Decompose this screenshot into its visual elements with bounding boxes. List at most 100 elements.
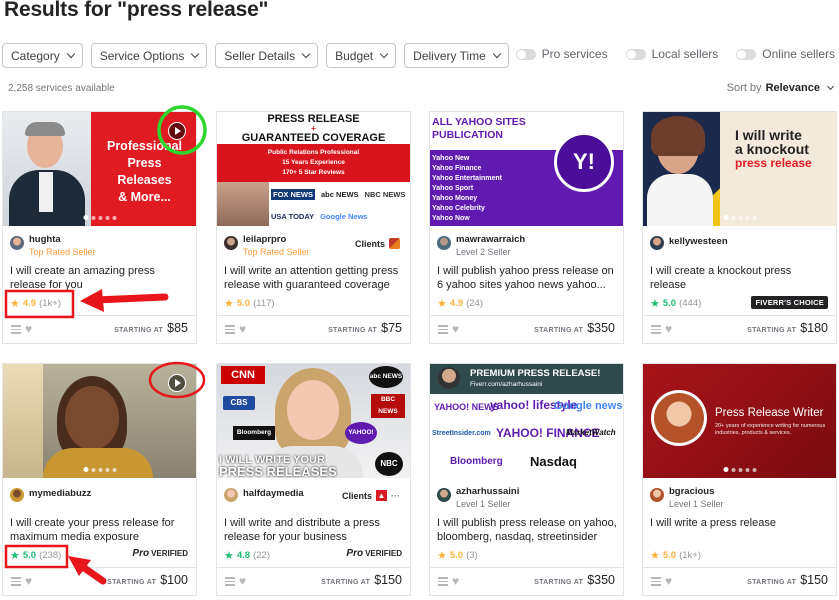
gig-card[interactable]: PRESS RELEASE + GUARANTEED COVERAGE Publ…	[216, 111, 411, 344]
gig-title[interactable]: I will create an amazing press release f…	[10, 264, 190, 292]
avatar[interactable]	[224, 488, 238, 502]
gig-card[interactable]: CNN abc NEWS CBS BBC NEWS Bloomberg YAHO…	[216, 363, 411, 596]
carousel-dots[interactable]	[723, 467, 756, 472]
filter-category[interactable]: Category	[2, 43, 83, 68]
menu-icon[interactable]	[651, 577, 661, 586]
heart-icon[interactable]: ♥	[25, 322, 32, 336]
gig-footer: ♥ STARTING AT $85	[3, 315, 196, 343]
play-icon[interactable]	[168, 374, 186, 392]
heart-icon[interactable]: ♥	[239, 322, 246, 336]
avatar[interactable]	[650, 236, 664, 250]
menu-icon[interactable]	[11, 325, 21, 334]
menu-icon[interactable]	[438, 325, 448, 334]
seller-name[interactable]: hughta	[29, 234, 96, 246]
gig-card[interactable]: Professional Press Releases & More... hu…	[2, 111, 197, 344]
thumbnail-banner: Public Relations Professional 15 Years E…	[217, 144, 410, 182]
gig-thumbnail[interactable]	[3, 364, 196, 478]
avatar	[438, 367, 460, 389]
gig-thumbnail[interactable]: Professional Press Releases & More...	[3, 112, 196, 226]
heart-icon[interactable]: ♥	[239, 574, 246, 588]
thumbnail-text: I will write a knockout press release	[735, 127, 812, 170]
avatar[interactable]	[437, 236, 451, 250]
gig-rating: ★ 5.0 (3)	[437, 550, 478, 562]
menu-icon[interactable]	[438, 577, 448, 586]
heart-icon[interactable]: ♥	[452, 574, 459, 588]
seller-name[interactable]: halfdaymedia	[243, 488, 304, 500]
gig-thumbnail[interactable]: ALL YAHOO SITES PUBLICATION Yahoo New Ya…	[430, 112, 623, 226]
seller-info: hughta Top Rated Seller	[10, 234, 96, 258]
chevron-down-icon	[379, 49, 389, 59]
gig-thumbnail[interactable]: PREMIUM PRESS RELEASE! Fiverr.com/azharh…	[430, 364, 623, 478]
carousel-dots[interactable]	[83, 467, 116, 472]
menu-icon[interactable]	[225, 325, 235, 334]
gig-thumbnail[interactable]: CNN abc NEWS CBS BBC NEWS Bloomberg YAHO…	[217, 364, 410, 478]
filter-seller-details[interactable]: Seller Details	[215, 43, 319, 68]
gig-title[interactable]: I will write a press release	[650, 516, 830, 530]
avatar[interactable]	[224, 236, 238, 250]
toggle-switch[interactable]	[736, 48, 757, 60]
more-icon[interactable]: ···	[391, 491, 400, 501]
toggle-switch[interactable]	[625, 48, 646, 60]
toggle-online-sellers[interactable]: Online sellers	[736, 47, 835, 61]
seller-name[interactable]: leilaprpro	[243, 234, 310, 246]
carousel-dots[interactable]	[723, 215, 756, 220]
carousel-dots[interactable]	[83, 215, 116, 220]
media-logo: YAHOO!	[345, 422, 377, 444]
gig-rating: ★ 4.8 (22)	[224, 550, 270, 562]
sort-dropdown[interactable]: Sort by Relevance	[727, 82, 835, 94]
menu-icon[interactable]	[651, 325, 661, 334]
gig-title[interactable]: I will publish press release on yahoo, b…	[437, 516, 617, 544]
gig-title[interactable]: I will publish yahoo press release on 6 …	[437, 264, 617, 292]
gig-thumbnail[interactable]: PRESS RELEASE + GUARANTEED COVERAGE Publ…	[217, 112, 410, 226]
toggle-local-sellers[interactable]: Local sellers	[625, 47, 718, 61]
gig-price: STARTING AT $350	[534, 321, 615, 335]
avatar[interactable]	[437, 488, 451, 502]
menu-icon[interactable]	[11, 577, 21, 586]
avatar[interactable]	[10, 488, 24, 502]
fiverrs-choice-badge: FIVERR'S CHOICE	[751, 296, 828, 309]
heart-icon[interactable]: ♥	[665, 322, 672, 336]
heart-icon[interactable]: ♥	[25, 574, 32, 588]
toggle-pro-services[interactable]: Pro services	[515, 47, 608, 61]
seller-info: mymediabuzz	[10, 486, 91, 502]
menu-icon[interactable]	[225, 577, 235, 586]
gig-thumbnail[interactable]: I will write a knockout press release	[643, 112, 836, 226]
clients-badge[interactable]: Clients ▲ ···	[342, 490, 400, 501]
gig-card[interactable]: I will write a knockout press release ke…	[642, 111, 837, 344]
gig-title[interactable]: I will write and distribute a press rele…	[224, 516, 404, 544]
gig-title[interactable]: I will create a knockout press release	[650, 264, 830, 292]
heart-icon[interactable]: ♥	[665, 574, 672, 588]
gig-card[interactable]: PREMIUM PRESS RELEASE! Fiverr.com/azharh…	[429, 363, 624, 596]
play-icon[interactable]	[168, 122, 186, 140]
seller-name[interactable]: mymediabuzz	[29, 488, 91, 500]
gig-footer: ♥ STARTING AT $350	[430, 315, 623, 343]
gig-thumbnail[interactable]: Press Release Writer 20+ years of experi…	[643, 364, 836, 478]
toggle-switch[interactable]	[515, 48, 536, 60]
seller-level: Level 1 Seller	[456, 499, 511, 509]
avatar[interactable]	[10, 236, 24, 250]
seller-info: halfdaymedia	[224, 486, 304, 502]
gig-card[interactable]: mymediabuzz I will create your press rel…	[2, 363, 197, 596]
gig-title[interactable]: I will create your press release for max…	[10, 516, 190, 544]
gig-rating: ★ 5.0 (444)	[650, 298, 702, 310]
filter-budget[interactable]: Budget	[326, 43, 397, 68]
clients-badge[interactable]: Clients	[355, 238, 400, 249]
gig-card[interactable]: ALL YAHOO SITES PUBLICATION Yahoo New Ya…	[429, 111, 624, 344]
seller-name[interactable]: azharhussaini	[456, 486, 519, 498]
seller-name[interactable]: bgracious	[669, 486, 724, 498]
avatar[interactable]	[650, 488, 664, 502]
gig-title[interactable]: I will write an attention getting press …	[224, 264, 404, 292]
gig-card[interactable]: Press Release Writer 20+ years of experi…	[642, 363, 837, 596]
chevron-down-icon	[66, 49, 75, 59]
gig-footer: ♥ STARTING AT $350	[430, 567, 623, 595]
seller-photo	[217, 182, 269, 226]
media-logos: FOX NEWS abc NEWS NBC NEWS USA TODAY Goo…	[271, 189, 406, 221]
heart-icon[interactable]: ♥	[452, 322, 459, 336]
filter-service-options[interactable]: Service Options	[90, 43, 208, 68]
seller-name[interactable]: kellywesteen	[669, 236, 728, 248]
star-icon: ★	[437, 550, 447, 562]
gig-footer: ♥ STARTING AT $100	[3, 567, 196, 595]
seller-name[interactable]: mawrawarraich	[456, 234, 525, 246]
filter-delivery-time[interactable]: Delivery Time	[404, 43, 509, 68]
page-title: Results for "press release"	[4, 0, 269, 21]
